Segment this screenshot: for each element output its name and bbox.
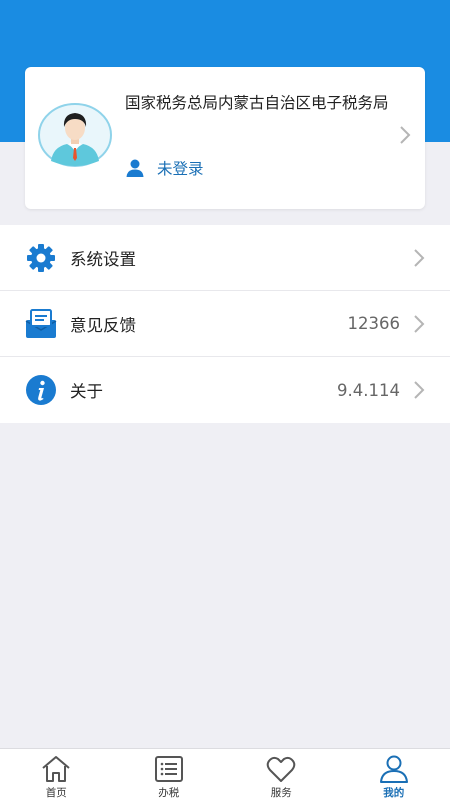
menu-item-settings[interactable]: 系统设置 <box>0 225 450 291</box>
login-status-label: 未登录 <box>157 160 204 178</box>
chevron-right-icon <box>414 381 425 399</box>
profile-card[interactable]: 国家税务总局内蒙古自治区电子税务局 未登录 <box>25 67 425 209</box>
menu-item-value: 12366 <box>347 314 401 333</box>
home-icon <box>42 756 70 782</box>
menu-item-label: 关于 <box>70 382 103 401</box>
chevron-right-icon <box>414 248 425 267</box>
chevron-right-icon <box>400 126 411 144</box>
user-icon <box>379 755 408 783</box>
settings-menu: 系统设置 意见反馈 12366 关于 9.4.114 <box>0 225 450 423</box>
tab-mine[interactable]: 我的 <box>338 749 450 800</box>
info-icon <box>26 375 56 405</box>
gear-icon <box>27 243 55 272</box>
tab-label: 首页 <box>45 787 67 799</box>
list-icon <box>154 756 183 782</box>
chevron-right-icon <box>414 314 425 333</box>
avatar <box>38 103 112 167</box>
menu-item-label: 意见反馈 <box>70 315 136 335</box>
org-name: 国家税务总局内蒙古自治区电子税务局 <box>125 94 389 112</box>
menu-item-about[interactable]: 关于 9.4.114 <box>0 357 450 423</box>
tab-tax[interactable]: 办税 <box>113 749 226 800</box>
tab-label: 我的 <box>383 787 405 799</box>
tab-home[interactable]: 首页 <box>0 749 113 800</box>
feedback-icon <box>25 308 57 338</box>
person-icon <box>126 159 144 177</box>
heart-icon <box>266 756 296 782</box>
menu-item-feedback[interactable]: 意见反馈 12366 <box>0 291 450 357</box>
tab-service[interactable]: 服务 <box>225 749 338 800</box>
menu-item-label: 系统设置 <box>70 249 136 269</box>
tab-label: 办税 <box>158 787 180 799</box>
bottom-tab-bar: 首页 办税 服务 我的 <box>0 748 450 800</box>
menu-item-value: 9.4.114 <box>337 380 400 400</box>
tab-label: 服务 <box>270 787 292 799</box>
login-status[interactable]: 未登录 <box>125 157 204 179</box>
